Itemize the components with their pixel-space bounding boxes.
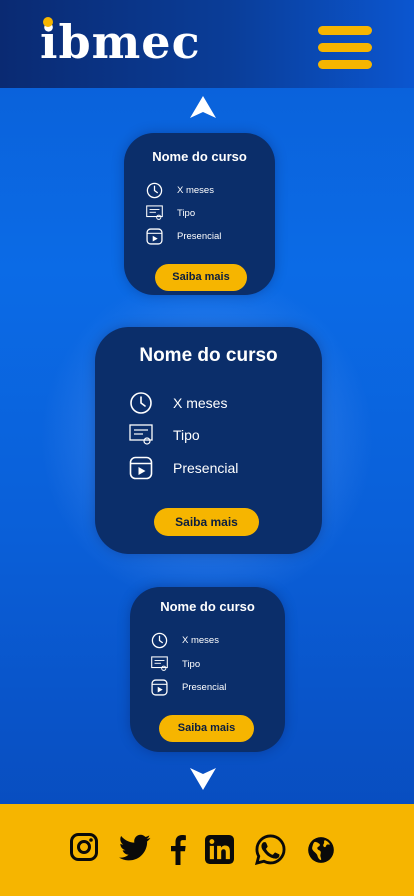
course-card: Nome do curso X meses Tipo Presencial Sa… bbox=[124, 133, 275, 295]
duration-row: X meses bbox=[129, 391, 227, 415]
type-row: Tipo bbox=[129, 424, 200, 446]
whatsapp-icon[interactable] bbox=[255, 834, 286, 865]
clock-icon bbox=[130, 392, 152, 414]
linkedin-icon[interactable] bbox=[205, 835, 234, 864]
header: ibmec bbox=[0, 0, 414, 88]
course-mode: Presencial bbox=[173, 460, 239, 476]
globe-icon[interactable] bbox=[307, 836, 335, 864]
course-card: Nome do curso X meses Tipo Presencial Sa… bbox=[130, 587, 285, 752]
duration-row: X meses bbox=[151, 632, 219, 649]
logo-dot bbox=[43, 17, 53, 27]
certificate-icon bbox=[146, 205, 163, 220]
facebook-icon[interactable] bbox=[168, 835, 188, 865]
course-duration: X meses bbox=[173, 395, 228, 411]
video-icon bbox=[146, 228, 163, 245]
type-row: Tipo bbox=[146, 205, 195, 221]
certificate-icon bbox=[151, 656, 168, 671]
saiba-mais-button[interactable]: Saiba mais bbox=[159, 715, 254, 742]
video-icon bbox=[129, 456, 153, 480]
type-row: Tipo bbox=[151, 656, 200, 672]
course-title: Nome do curso bbox=[139, 345, 278, 366]
mode-row: Presencial bbox=[151, 679, 226, 696]
course-mode: Presencial bbox=[177, 231, 222, 242]
certificate-icon bbox=[129, 424, 153, 445]
course-card-featured: Nome do curso X meses Tipo Presencial Sa… bbox=[95, 327, 322, 554]
course-type: Tipo bbox=[182, 658, 201, 670]
course-duration: X meses bbox=[177, 185, 214, 196]
duration-row: X meses bbox=[146, 182, 214, 199]
twitter-icon[interactable] bbox=[119, 834, 151, 862]
mode-row: Presencial bbox=[129, 456, 238, 480]
mode-row: Presencial bbox=[146, 228, 221, 245]
course-type: Tipo bbox=[177, 207, 196, 219]
arrow-up-icon[interactable] bbox=[188, 94, 218, 120]
saiba-mais-button[interactable]: Saiba mais bbox=[155, 264, 247, 291]
hamburger-menu-icon[interactable] bbox=[316, 26, 374, 70]
clock-icon bbox=[151, 632, 168, 649]
course-duration: X meses bbox=[182, 635, 219, 646]
course-type: Tipo bbox=[173, 427, 200, 443]
course-mode: Presencial bbox=[182, 682, 227, 693]
saiba-mais-button[interactable]: Saiba mais bbox=[154, 508, 259, 536]
clock-icon bbox=[146, 182, 163, 199]
course-title: Nome do curso bbox=[160, 599, 255, 614]
video-icon bbox=[151, 679, 168, 696]
course-title: Nome do curso bbox=[152, 149, 247, 164]
arrow-down-icon[interactable] bbox=[188, 766, 218, 792]
ibmec-logo[interactable]: ibmec bbox=[40, 12, 201, 72]
instagram-icon[interactable] bbox=[69, 832, 99, 862]
